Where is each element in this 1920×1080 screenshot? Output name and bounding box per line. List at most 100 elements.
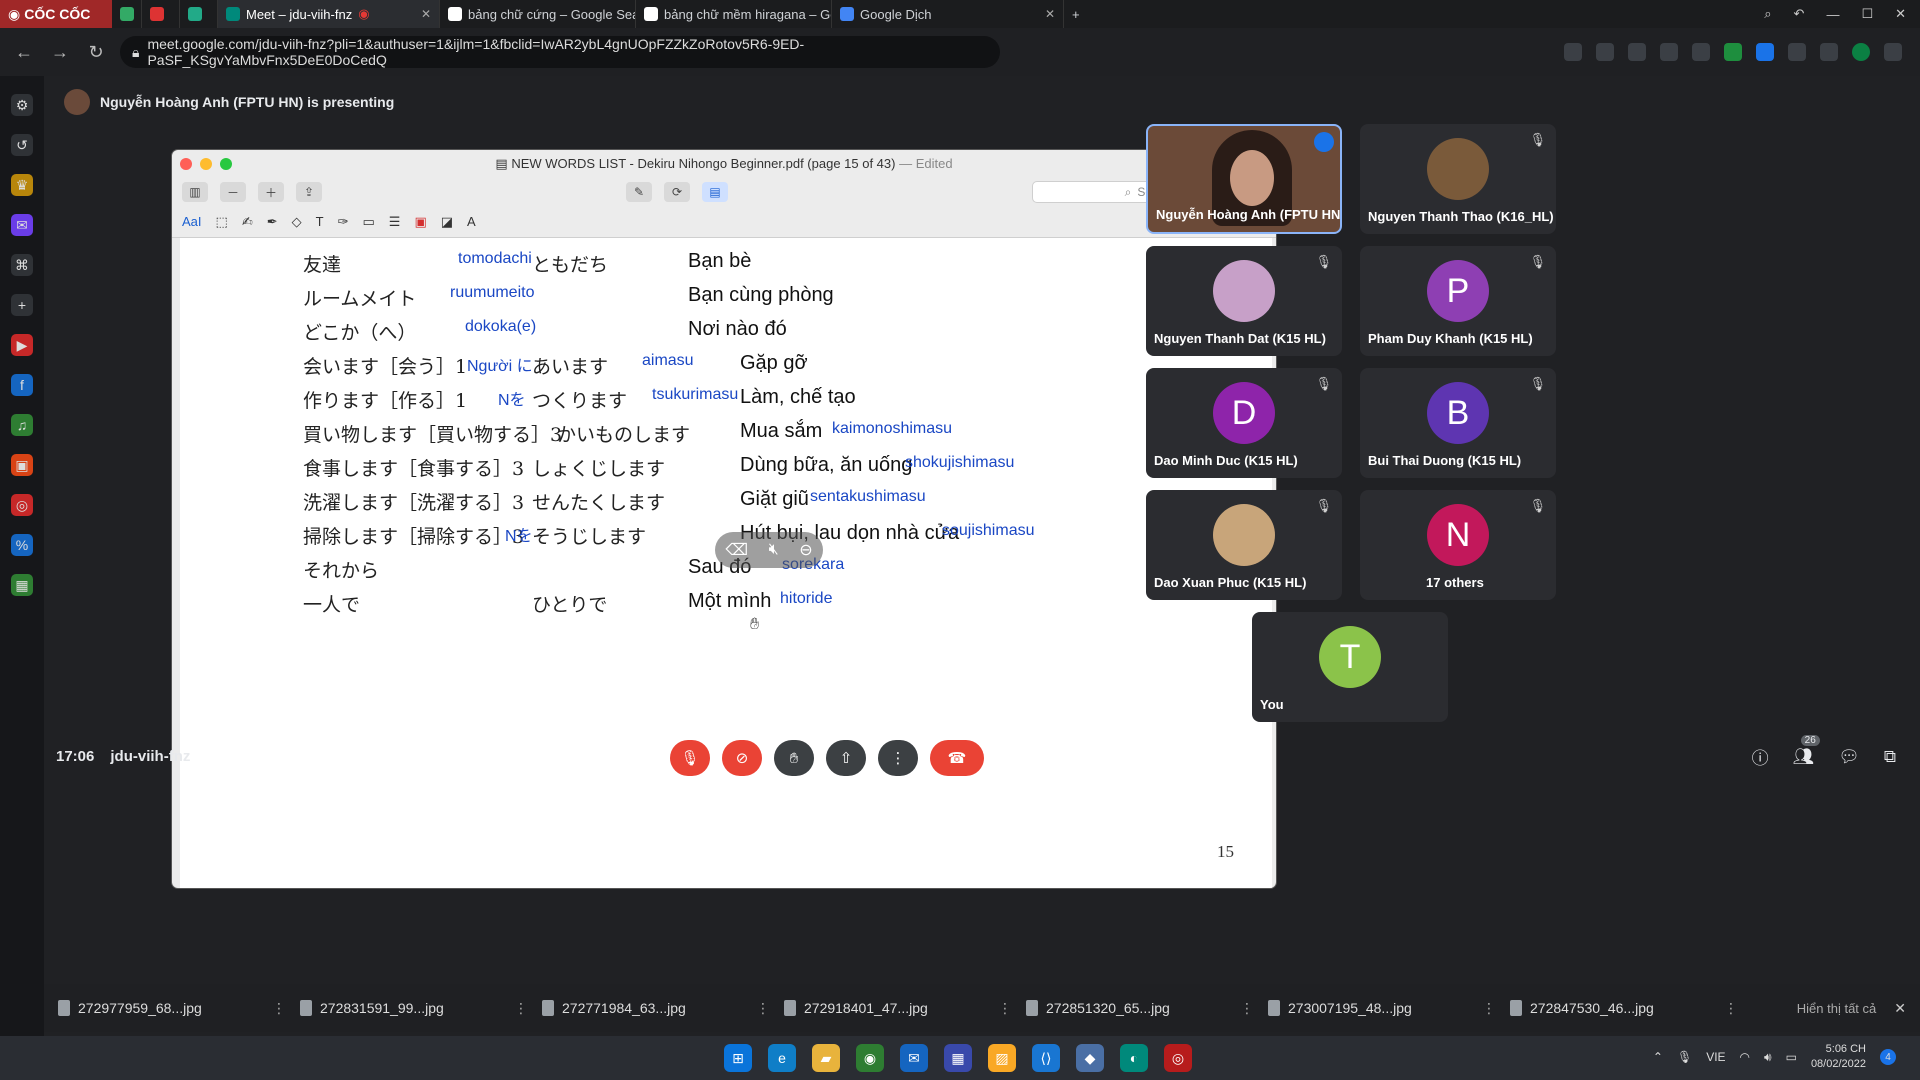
close-tab-icon[interactable]: ✕ bbox=[421, 7, 431, 21]
back-button[interactable]: ← bbox=[12, 42, 36, 63]
more-options-icon[interactable]: ⋮ bbox=[272, 1000, 286, 1017]
moon-icon[interactable] bbox=[1660, 43, 1678, 61]
close-tab-icon[interactable]: ✕ bbox=[1045, 7, 1055, 21]
tab-google-translate[interactable]: Google Dịch ✕ bbox=[832, 0, 1064, 28]
language-indicator[interactable]: VIE bbox=[1706, 1050, 1725, 1064]
sketch-icon[interactable]: ✍ bbox=[242, 214, 253, 230]
photos-icon[interactable]: ▨ bbox=[988, 1044, 1016, 1072]
sheet-icon[interactable]: ▦ bbox=[11, 574, 33, 596]
sign-icon[interactable]: ✑ bbox=[338, 214, 349, 230]
line-style-icon[interactable]: ☰ bbox=[389, 214, 401, 230]
back-icon[interactable]: ↶ bbox=[1794, 6, 1805, 22]
participant-tile[interactable]: 🎙︎ Nguyen Thanh Dat (K15 HL) bbox=[1146, 246, 1342, 356]
participant-tile[interactable]: 🎙︎ Dao Xuan Phuc (K15 HL) bbox=[1146, 490, 1342, 600]
browser-brand[interactable]: ◉ CỐC CỐC bbox=[0, 0, 112, 28]
close-window-icon[interactable]: ✕ bbox=[1895, 6, 1906, 22]
share-icon[interactable]: ⇪ bbox=[296, 182, 322, 202]
note-icon[interactable]: ▭ bbox=[362, 214, 374, 230]
more-options-icon[interactable]: ⋮ bbox=[1724, 1000, 1738, 1017]
zoom-out-icon[interactable]: － bbox=[220, 182, 246, 202]
tab-pinned-1[interactable] bbox=[112, 0, 142, 28]
extension-icon[interactable] bbox=[1788, 43, 1806, 61]
tab-pinned-3[interactable] bbox=[180, 0, 218, 28]
crown-icon[interactable]: ♛ bbox=[11, 174, 33, 196]
tab-pinned-2[interactable] bbox=[142, 0, 180, 28]
close-downloads-icon[interactable]: ✕ bbox=[1894, 1000, 1906, 1017]
gear-icon[interactable]: ⚙ bbox=[11, 94, 33, 116]
coccoc-icon[interactable]: ◉ bbox=[856, 1044, 884, 1072]
more-options-icon[interactable]: ⋮ bbox=[1240, 1000, 1254, 1017]
puzzle-icon[interactable] bbox=[1820, 43, 1838, 61]
zoom-in-icon[interactable]: ＋ bbox=[258, 182, 284, 202]
participant-tile[interactable]: D 🎙︎ Dao Minh Duc (K15 HL) bbox=[1146, 368, 1342, 478]
tab-search-icon[interactable]: ⌕ bbox=[1764, 6, 1771, 22]
youtube-icon[interactable]: ▶ bbox=[11, 334, 33, 356]
participant-tile[interactable]: T You bbox=[1252, 612, 1448, 722]
show-all-downloads-link[interactable]: Hiển thị tất cả bbox=[1797, 1001, 1877, 1016]
maximize-icon[interactable]: ☐ bbox=[1861, 6, 1873, 22]
chat-icon[interactable]: 💬︎ bbox=[1838, 747, 1860, 767]
tab-google-search-1[interactable]: bảng chữ cứng – Google Sea ✕ bbox=[440, 0, 636, 28]
edge-icon[interactable]: e bbox=[768, 1044, 796, 1072]
more-options-button[interactable]: ⋮ bbox=[878, 740, 918, 776]
battery-icon[interactable]: ▭ bbox=[1786, 1050, 1797, 1064]
shield-icon[interactable] bbox=[1692, 43, 1710, 61]
shopping-icon[interactable]: ▣ bbox=[11, 454, 33, 476]
notification-badge[interactable]: 4 bbox=[1880, 1049, 1896, 1065]
participant-tile[interactable]: 🎙︎ Nguyen Thanh Thao (K16_HL) bbox=[1360, 124, 1556, 234]
windows-start-icon[interactable]: ⊞ bbox=[724, 1044, 752, 1072]
more-options-icon[interactable]: ⋮ bbox=[514, 1000, 528, 1017]
download-item[interactable]: 272771984_63...jpg ⋮ bbox=[542, 1000, 784, 1017]
store-icon[interactable]: ▦ bbox=[944, 1044, 972, 1072]
vscode-icon[interactable]: ⟨⟩ bbox=[1032, 1044, 1060, 1072]
clock[interactable]: 5:06 CH 08/02/2022 bbox=[1811, 1042, 1866, 1072]
camera-off-button[interactable]: ⊘ bbox=[722, 740, 762, 776]
translate-icon[interactable] bbox=[1596, 43, 1614, 61]
info-icon[interactable]: ⓘ bbox=[1752, 744, 1769, 769]
reload-button[interactable]: ↻ bbox=[84, 42, 108, 63]
app-icon[interactable]: ◎ bbox=[1164, 1044, 1192, 1072]
facebook-icon[interactable]: f bbox=[11, 374, 33, 396]
extension-icon[interactable] bbox=[1756, 43, 1774, 61]
pin-off-icon[interactable]: ⌫ bbox=[725, 540, 748, 560]
tab-google-search-2[interactable]: bảng chữ mềm hiragana – Go ✕ bbox=[636, 0, 832, 28]
mail-icon[interactable]: ✉ bbox=[900, 1044, 928, 1072]
rect-select-icon[interactable]: ⬚ bbox=[216, 214, 228, 230]
markup-pen-icon[interactable]: ✎ bbox=[626, 182, 652, 202]
messenger-icon[interactable]: ✉ bbox=[11, 214, 33, 236]
chevron-up-icon[interactable]: ⌃ bbox=[1653, 1050, 1663, 1064]
new-tab-button[interactable]: + bbox=[1064, 0, 1094, 28]
text-style-icon[interactable]: AaI bbox=[182, 214, 202, 229]
download-item[interactable]: 272918401_47...jpg ⋮ bbox=[784, 1000, 1026, 1017]
raise-hand-button[interactable]: ✋︎ bbox=[774, 740, 814, 776]
microphone-icon[interactable]: 🎙︎ bbox=[1677, 1050, 1692, 1064]
more-options-icon[interactable]: ⋮ bbox=[1482, 1000, 1496, 1017]
file-explorer-icon[interactable]: ▰ bbox=[812, 1044, 840, 1072]
add-icon[interactable]: + bbox=[11, 294, 33, 316]
sidebar-toggle-icon[interactable]: ▥ bbox=[182, 182, 208, 202]
more-options-icon[interactable]: ⋮ bbox=[998, 1000, 1012, 1017]
leave-call-button[interactable]: ☎︎ bbox=[930, 740, 984, 776]
forward-button[interactable]: → bbox=[48, 42, 72, 63]
mic-off-button[interactable]: 🎙︎ bbox=[670, 740, 710, 776]
border-color-icon[interactable]: ▣ bbox=[414, 214, 426, 230]
wifi-icon[interactable]: ◠ bbox=[1740, 1050, 1750, 1064]
volume-icon[interactable]: 🔊︎ bbox=[1764, 1050, 1772, 1065]
participant-tile[interactable]: P 🎙︎ Pham Duy Khanh (K15 HL) bbox=[1360, 246, 1556, 356]
rotate-icon[interactable]: ⟳ bbox=[664, 182, 690, 202]
gamepad-icon[interactable]: ⌘ bbox=[11, 254, 33, 276]
extension-icon[interactable] bbox=[1724, 43, 1742, 61]
camera-icon[interactable] bbox=[1564, 43, 1582, 61]
mute-icon[interactable]: 🔇︎ bbox=[769, 541, 779, 559]
participant-tile[interactable]: N 🎙︎ 17 others bbox=[1360, 490, 1556, 600]
app-icon[interactable]: ◎ bbox=[11, 494, 33, 516]
download-item[interactable]: 272847530_46...jpg ⋮ bbox=[1510, 1000, 1752, 1017]
download-icon[interactable] bbox=[1884, 43, 1902, 61]
app-icon[interactable]: ◐ bbox=[1120, 1044, 1148, 1072]
download-item[interactable]: 272831591_99...jpg ⋮ bbox=[300, 1000, 542, 1017]
text-box-icon[interactable]: T bbox=[316, 214, 324, 229]
activities-icon[interactable]: ⧉ bbox=[1884, 747, 1896, 767]
star-icon[interactable] bbox=[1628, 43, 1646, 61]
download-item[interactable]: 273007195_48...jpg ⋮ bbox=[1268, 1000, 1510, 1017]
sale-icon[interactable]: % bbox=[11, 534, 33, 556]
